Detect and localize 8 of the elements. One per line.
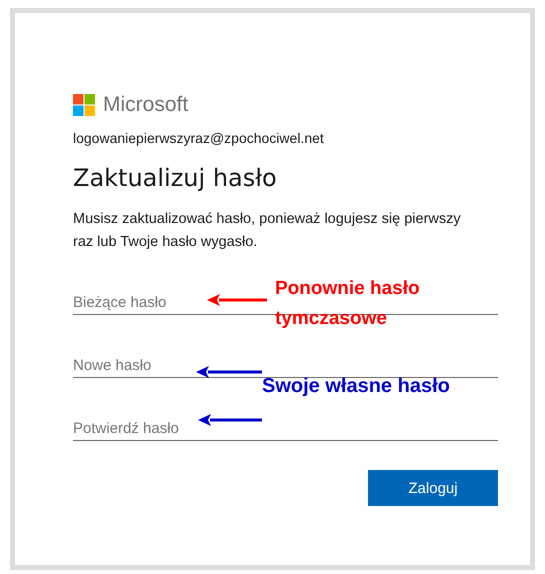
logo-icon (73, 94, 95, 116)
info-text: Musisz zaktualizować hasło, ponieważ logujesz się pierwszy raz lub Twoje hasło wygasło. (73, 210, 462, 252)
password-field[interactable]: Potwierdź hasło (73, 417, 498, 441)
page-heading: Zaktualizuj hasło (73, 164, 278, 192)
password-field[interactable]: Nowe hasło (73, 354, 498, 378)
sign-in-button[interactable]: Zaloguj (368, 470, 498, 506)
brand-name: Microsoft (103, 93, 188, 117)
account-email: logowaniepierwszyraz@zpochociwel.net (73, 130, 325, 146)
